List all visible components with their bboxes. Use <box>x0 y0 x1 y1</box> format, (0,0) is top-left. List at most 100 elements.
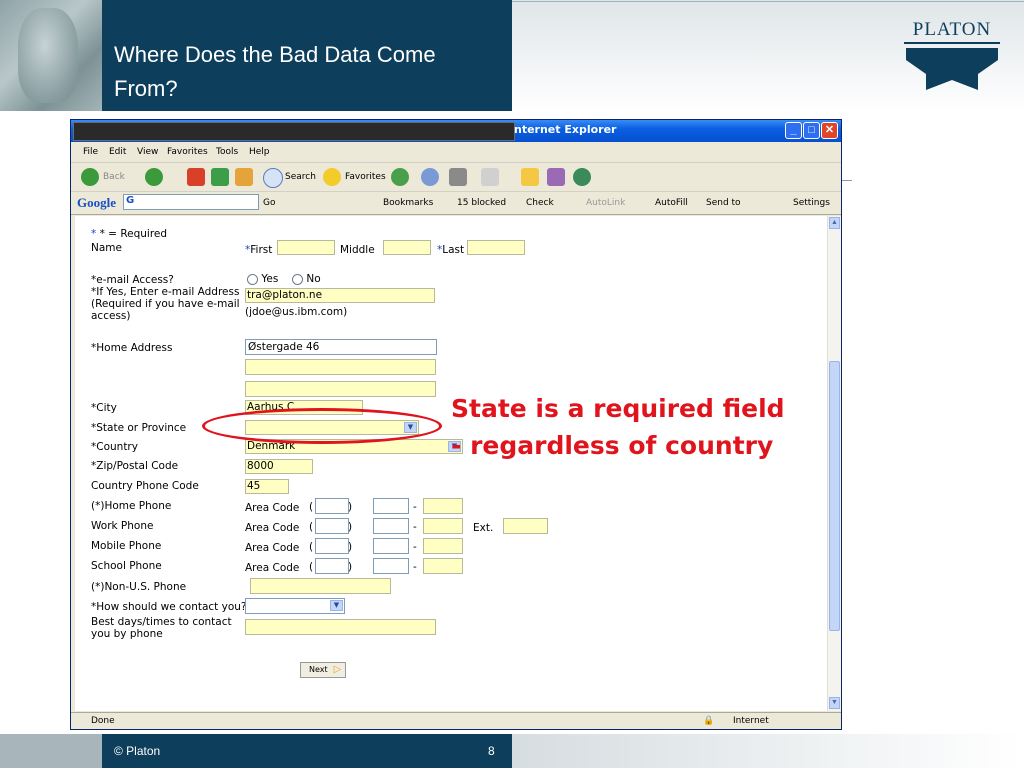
window-title: nternet Explorer <box>514 123 617 136</box>
city-label: *City <box>91 402 117 414</box>
no-label: No <box>306 273 321 285</box>
autolink-button[interactable]: AutoLink <box>586 198 625 208</box>
work-ext-input[interactable] <box>503 518 548 534</box>
google-toolbar: Google G Go Bookmarks 15 blocked Check A… <box>71 192 841 215</box>
minimize-button[interactable]: _ <box>785 122 802 139</box>
email-address-label: *If Yes, Enter e-mail Address <box>91 286 240 298</box>
play-arrow-icon: ▷ <box>333 664 342 675</box>
send-to-button[interactable]: Send to <box>706 198 741 208</box>
bookmarks-button[interactable]: Bookmarks <box>383 198 433 208</box>
mail-icon[interactable] <box>421 168 439 186</box>
print-icon[interactable] <box>449 168 467 186</box>
spellcheck-button[interactable]: Check <box>526 198 554 208</box>
yes-label: Yes <box>261 273 279 285</box>
home-area-code-input[interactable] <box>315 498 349 514</box>
window-titlebar: nternet Explorer _ □ ✕ <box>71 120 841 142</box>
messenger-icon[interactable] <box>573 168 591 186</box>
no-radio[interactable] <box>292 273 303 285</box>
close-button[interactable]: ✕ <box>821 122 838 139</box>
last-name-input[interactable] <box>467 240 525 255</box>
autofill-button[interactable]: AutoFill <box>655 198 688 208</box>
back-arrow-icon[interactable] <box>81 168 99 186</box>
mobile-area-code-input[interactable] <box>315 538 349 554</box>
menu-tools[interactable]: Tools <box>216 147 238 157</box>
footer-right <box>512 734 1024 768</box>
google-go-button[interactable]: Go <box>263 198 275 208</box>
home-prefix-input[interactable] <box>373 498 409 514</box>
home-address-input-1[interactable]: Østergade 46 <box>245 339 437 355</box>
zip-label: *Zip/Postal Code <box>91 460 179 472</box>
annotation-line-2: - regardless of country <box>451 431 774 460</box>
next-button[interactable]: Next ▷ <box>300 662 346 678</box>
required-note: * * = Required <box>91 228 168 240</box>
google-g-button[interactable]: G <box>124 195 134 206</box>
school-area-code-input[interactable] <box>315 558 349 574</box>
footer-bar: © Platon 8 <box>102 734 512 768</box>
non-us-phone-input[interactable] <box>250 578 391 594</box>
email-input[interactable]: tra@platon.ne <box>245 288 435 303</box>
zip-input[interactable]: 8000 <box>245 459 313 474</box>
scroll-down-icon[interactable]: ▼ <box>829 697 840 709</box>
history-icon[interactable] <box>391 168 409 186</box>
home-line-input[interactable] <box>423 498 463 514</box>
menu-edit[interactable]: Edit <box>109 147 126 157</box>
mobile-line-input[interactable] <box>423 538 463 554</box>
home-address-input-3[interactable] <box>245 381 436 397</box>
menu-file[interactable]: File <box>83 147 98 157</box>
contact-method-select[interactable]: ▼ <box>245 598 345 614</box>
research-icon[interactable] <box>547 168 565 186</box>
refresh-icon[interactable] <box>211 168 229 186</box>
school-line-input[interactable] <box>423 558 463 574</box>
home-icon[interactable] <box>235 168 253 186</box>
menu-view[interactable]: View <box>137 147 158 157</box>
mobile-phone-label: Mobile Phone <box>91 540 162 552</box>
menu-favorites[interactable]: Favorites <box>167 147 208 157</box>
google-search-input[interactable]: G <box>123 194 259 210</box>
home-address-input-2[interactable] <box>245 359 436 375</box>
last-label-text: Last <box>442 244 465 256</box>
favorites-label[interactable]: Favorites <box>345 172 386 182</box>
folder-icon[interactable] <box>521 168 539 186</box>
dash-separator: - <box>413 541 417 553</box>
last-label: *Last <box>437 244 465 256</box>
ext-label: Ext. <box>473 522 494 534</box>
menu-help[interactable]: Help <box>249 147 270 157</box>
search-icon[interactable] <box>263 168 283 188</box>
maximize-button[interactable]: □ <box>803 122 820 139</box>
first-name-input[interactable] <box>277 240 335 255</box>
school-prefix-input[interactable] <box>373 558 409 574</box>
email-address-note-2: access) <box>91 310 131 322</box>
favorites-star-icon[interactable] <box>323 168 341 186</box>
work-phone-label: Work Phone <box>91 520 154 532</box>
work-line-input[interactable] <box>423 518 463 534</box>
popup-blocked-button[interactable]: 15 blocked <box>457 198 506 208</box>
email-yes-option[interactable]: Yes <box>247 273 278 285</box>
forward-arrow-icon[interactable] <box>145 168 163 186</box>
mobile-prefix-input[interactable] <box>373 538 409 554</box>
name-label: Name <box>91 242 122 254</box>
settings-button[interactable]: Settings <box>793 198 830 208</box>
scroll-thumb[interactable] <box>829 361 840 631</box>
back-label[interactable]: Back <box>103 172 125 182</box>
work-prefix-input[interactable] <box>373 518 409 534</box>
work-area-code-input[interactable] <box>315 518 349 534</box>
scroll-up-icon[interactable]: ▲ <box>829 217 840 229</box>
edit-icon[interactable] <box>481 168 499 186</box>
best-days-input[interactable] <box>245 619 436 635</box>
home-address-label: *Home Address <box>91 342 173 354</box>
email-example: (jdoe@us.ibm.com) <box>245 306 348 318</box>
header-photo <box>0 0 102 111</box>
country-phone-input[interactable]: 45 <box>245 479 289 494</box>
highlight-oval <box>202 408 442 444</box>
stop-icon[interactable] <box>187 168 205 186</box>
footer-left <box>0 734 102 768</box>
redacted-title <box>73 122 515 141</box>
email-no-option[interactable]: No <box>292 273 321 285</box>
middle-name-input[interactable] <box>383 240 431 255</box>
vertical-scrollbar[interactable]: ▲ ▼ <box>827 216 841 711</box>
yes-radio[interactable] <box>247 273 258 285</box>
search-label[interactable]: Search <box>285 172 316 182</box>
country-label: *Country <box>91 441 138 453</box>
chevron-down-icon[interactable]: ▼ <box>330 600 343 611</box>
annotation-line-1: State is a required field <box>451 394 785 423</box>
